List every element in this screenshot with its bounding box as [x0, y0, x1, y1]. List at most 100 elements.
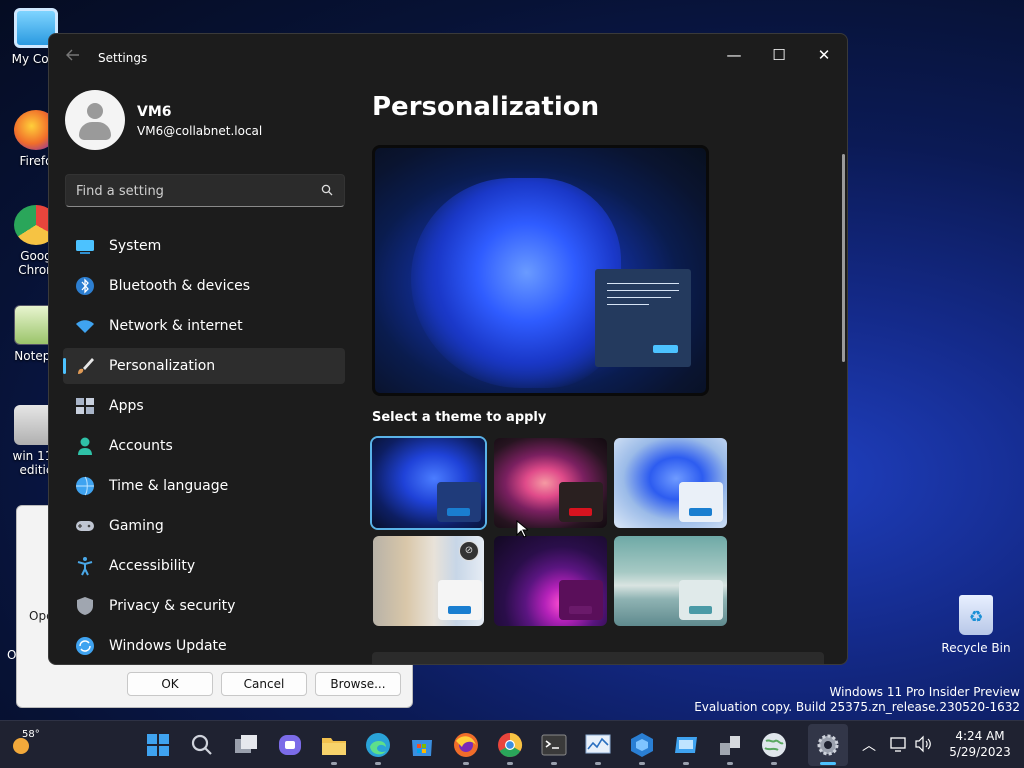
- desktop-icon-recycle-bin[interactable]: ♻ Recycle Bin: [940, 595, 1012, 655]
- resource-monitor-icon: [585, 734, 611, 754]
- weather-temperature: 58°: [22, 729, 40, 740]
- cancel-button[interactable]: Cancel: [221, 672, 307, 696]
- store-button[interactable]: [408, 731, 436, 759]
- theme-glow[interactable]: [494, 438, 607, 528]
- selection-indicator: [63, 358, 66, 374]
- avatar-body: [79, 122, 111, 140]
- sidebar-item-time-language[interactable]: Time & language: [63, 468, 345, 504]
- running-indicator: [683, 762, 689, 765]
- teams-chat-icon: [279, 735, 301, 755]
- start-icon: [147, 734, 169, 756]
- ok-button[interactable]: OK: [127, 672, 213, 696]
- apps-icon: [76, 398, 94, 414]
- sidebar-item-gaming[interactable]: Gaming: [63, 508, 345, 544]
- task-view-icon: [235, 735, 257, 753]
- close-button[interactable]: ✕: [804, 40, 844, 70]
- task-view-button[interactable]: [232, 731, 260, 759]
- resource-monitor-button[interactable]: [584, 731, 612, 759]
- theme-sunrise[interactable]: [614, 536, 727, 626]
- user-name: VM6: [137, 104, 172, 120]
- running-indicator: [771, 762, 777, 765]
- settings-taskbar-button[interactable]: [814, 731, 842, 759]
- minimize-icon: —: [726, 46, 742, 64]
- sidebar-item-privacy[interactable]: Privacy & security: [63, 588, 345, 624]
- chat-button[interactable]: [276, 731, 304, 759]
- sidebar-item-label: Privacy & security: [109, 598, 236, 614]
- avatar-head: [87, 103, 103, 119]
- search-box[interactable]: [65, 174, 345, 207]
- chrome-button[interactable]: [496, 731, 524, 759]
- sidebar-item-bluetooth[interactable]: Bluetooth & devices: [63, 268, 345, 304]
- theme-card-button: [569, 606, 592, 614]
- mockup-line: [607, 304, 649, 305]
- theme-windows-dark[interactable]: [372, 438, 485, 528]
- taskbar: 58° ︿ 4:24 AM 5/29/2023: [0, 720, 1024, 768]
- edge-button[interactable]: [364, 731, 392, 759]
- theme-card-button: [447, 508, 470, 516]
- theme-card-button: [448, 606, 471, 614]
- start-button[interactable]: [144, 731, 172, 759]
- avatar[interactable]: [65, 90, 125, 150]
- terminal-button[interactable]: [540, 731, 568, 759]
- sidebar-item-windows-update[interactable]: Windows Update: [63, 628, 345, 664]
- mockup-line: [607, 283, 679, 284]
- watermark-line2: Evaluation copy. Build 25375.zn_release.…: [694, 700, 1020, 714]
- back-button[interactable]: [63, 48, 83, 68]
- scrollbar[interactable]: [842, 154, 845, 362]
- theme-card-mockup: [559, 482, 603, 522]
- theme-card-mockup: [438, 580, 482, 620]
- remote-desktop-button[interactable]: [672, 731, 700, 759]
- sidebar-item-accounts[interactable]: Accounts: [63, 428, 345, 464]
- sidebar-item-label: Bluetooth & devices: [109, 278, 251, 294]
- network-status-icon[interactable]: [890, 735, 908, 753]
- system-icon: [76, 240, 94, 254]
- sidebar-item-label: System: [109, 238, 162, 254]
- theme-windows-light[interactable]: [614, 438, 727, 528]
- settings-window: Settings — ☐ ✕ VM6 VM6@collabnet.local S…: [48, 33, 848, 665]
- sidebar-item-label: Accessibility: [109, 558, 196, 574]
- sidebar-item-label: Accounts: [109, 438, 173, 454]
- user-email: VM6@collabnet.local: [137, 124, 263, 138]
- search-icon[interactable]: [321, 184, 333, 196]
- bluetooth-icon: [76, 277, 94, 295]
- theme-card-mockup: [679, 482, 723, 522]
- theme-card-mockup: [679, 580, 723, 620]
- update-icon: [76, 637, 94, 655]
- taskbar-search-button[interactable]: [188, 731, 216, 759]
- gamepad-icon: [76, 521, 94, 531]
- next-settings-card[interactable]: [372, 652, 824, 664]
- network-app-button[interactable]: [716, 731, 744, 759]
- remote-desktop-icon: [675, 737, 697, 753]
- maximize-button[interactable]: ☐: [759, 40, 799, 70]
- title-bar[interactable]: Settings — ☐ ✕: [49, 34, 847, 82]
- file-explorer-icon: [322, 738, 346, 755]
- globe-app-button[interactable]: [760, 731, 788, 759]
- theme-preview: [372, 145, 709, 396]
- clock-date: 5/29/2023: [949, 745, 1011, 759]
- brush-icon: [78, 358, 94, 374]
- edge-icon: [366, 733, 390, 757]
- accessibility-icon: [77, 557, 93, 576]
- app-button[interactable]: [628, 731, 656, 759]
- recycle-bin-label: Recycle Bin: [941, 641, 1011, 655]
- minimize-button[interactable]: —: [714, 40, 754, 70]
- dialog-label: O: [7, 648, 17, 662]
- show-hidden-icons-button[interactable]: ︿: [862, 735, 876, 755]
- file-explorer-button[interactable]: [320, 731, 348, 759]
- sidebar-item-label: Gaming: [109, 518, 164, 534]
- terminal-icon: [541, 734, 567, 756]
- sidebar-item-network[interactable]: Network & internet: [63, 308, 345, 344]
- running-indicator: [463, 762, 469, 765]
- theme-captured-motion[interactable]: ⊘: [373, 536, 484, 626]
- taskbar-clock[interactable]: 4:24 AM 5/29/2023: [940, 728, 1020, 760]
- volume-icon[interactable]: [914, 735, 932, 753]
- theme-card-button: [569, 508, 592, 516]
- sidebar-item-personalization[interactable]: Personalization: [63, 348, 345, 384]
- sidebar-item-accessibility[interactable]: Accessibility: [63, 548, 345, 584]
- firefox-button[interactable]: [452, 731, 480, 759]
- theme-flow[interactable]: [494, 536, 607, 626]
- sidebar-item-apps[interactable]: Apps: [63, 388, 345, 424]
- search-input[interactable]: [76, 181, 306, 201]
- browse-button[interactable]: Browse...: [315, 672, 401, 696]
- sidebar-item-system[interactable]: System: [63, 228, 345, 264]
